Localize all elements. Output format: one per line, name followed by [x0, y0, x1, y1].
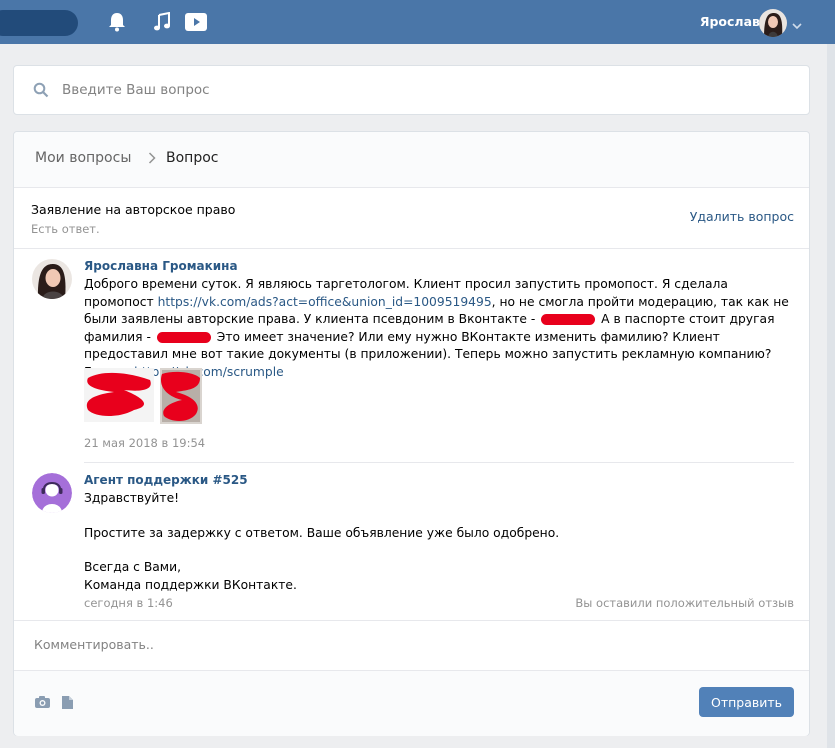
ticket-status: Есть ответ. [31, 222, 100, 236]
top-search-field[interactable] [0, 10, 78, 36]
message-author[interactable]: Ярославна Громакина [84, 259, 238, 273]
divider [14, 248, 809, 249]
author-avatar[interactable] [32, 259, 72, 299]
search-panel [13, 65, 810, 115]
bell-icon[interactable] [108, 12, 126, 32]
user-avatar[interactable] [759, 9, 787, 37]
top-nav-bar: Ярославна [0, 0, 835, 44]
message-greeting: Здравствуйте! [84, 491, 180, 505]
video-icon[interactable] [184, 12, 208, 32]
message-date: 21 мая 2018 в 19:54 [84, 436, 206, 450]
search-icon [33, 82, 49, 101]
chevron-down-icon[interactable] [792, 18, 802, 33]
chevron-right-icon [148, 152, 156, 167]
attachment-document-2[interactable] [160, 368, 202, 427]
comment-footer: Отправить [14, 670, 809, 736]
search-input[interactable] [62, 80, 762, 100]
group-link[interactable]: https://vk.com/scrumple [134, 365, 284, 379]
support-avatar[interactable] [32, 473, 72, 513]
message-body: Простите за задержку с ответом. Ваше объ… [84, 525, 560, 540]
divider [84, 462, 794, 463]
divider [14, 620, 809, 621]
breadcrumb-my-questions[interactable]: Мои вопросы [35, 150, 131, 166]
ticket-subject: Заявление на авторское право [31, 202, 236, 217]
attachment-document-1[interactable] [84, 368, 154, 425]
redacted-name [541, 314, 596, 325]
message-text: Доброго времени суток. Я являюсь таргето… [84, 276, 799, 381]
delete-question-link[interactable]: Удалить вопрос [690, 209, 794, 224]
message-signature: Всегда с Вами, [84, 560, 181, 574]
document-icon[interactable] [61, 695, 74, 713]
scrollbar[interactable] [827, 44, 835, 748]
ads-link[interactable]: https://vk.com/ads?act=office&union_id=1… [158, 295, 492, 309]
redacted-surname [156, 331, 211, 343]
message-text: Здравствуйте! Простите за задержку с отв… [84, 490, 799, 594]
comment-input[interactable] [34, 634, 774, 654]
message-date: сегодня в 1:46 [84, 596, 173, 610]
breadcrumb: Мои вопросы Вопрос [14, 132, 809, 188]
feedback-status: Вы оставили положительный отзыв [575, 596, 794, 610]
send-button[interactable]: Отправить [699, 687, 794, 717]
message-author[interactable]: Агент поддержки #525 [84, 473, 248, 487]
camera-icon[interactable] [34, 695, 51, 712]
question-panel: Мои вопросы Вопрос Заявление на авторско… [13, 131, 810, 736]
breadcrumb-current: Вопрос [166, 150, 219, 166]
message-signature: Команда поддержки ВКонтакте. [84, 577, 297, 592]
music-icon[interactable] [153, 11, 171, 32]
